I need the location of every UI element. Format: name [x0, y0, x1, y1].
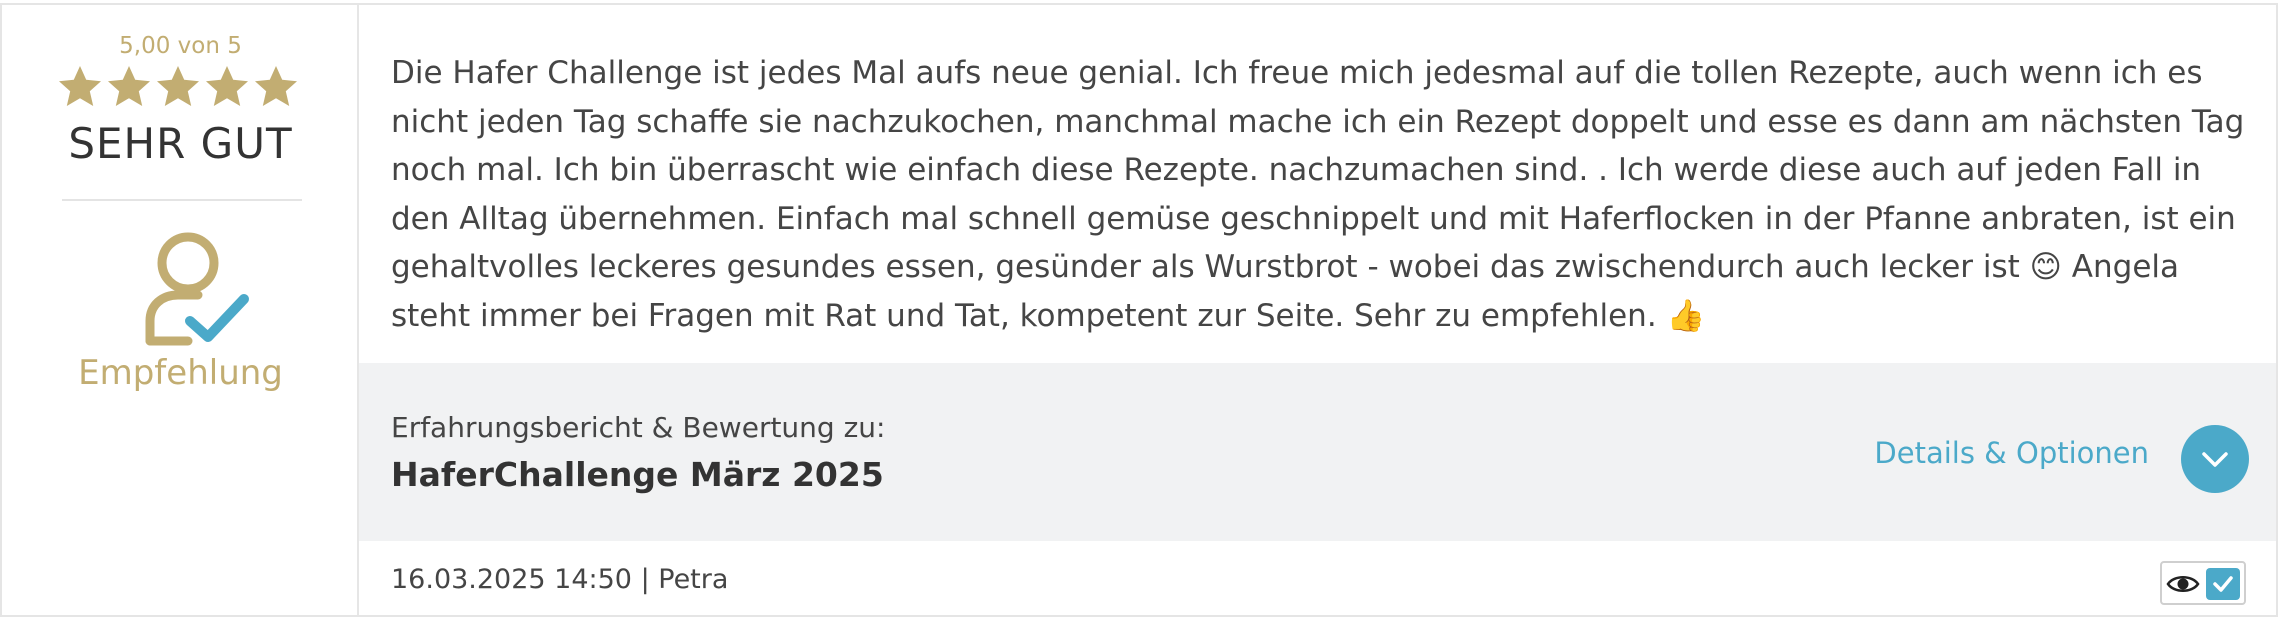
rating-sidebar: 5,00 von 5 SEHR GUT Empfehlung	[2, 5, 359, 615]
details-toggle-button[interactable]	[2181, 425, 2249, 493]
checkmark-icon	[2213, 576, 2233, 592]
review-card: 5,00 von 5 SEHR GUT Empfehlung Die Hafer…	[0, 3, 2278, 617]
star-icon	[252, 63, 300, 111]
verified-check-button[interactable]	[2206, 568, 2240, 600]
recommendation-label: Empfehlung	[78, 353, 283, 393]
rating-score-text: 5,00 von 5	[119, 33, 242, 59]
rating-verdict: SEHR GUT	[68, 119, 293, 168]
review-meta: 16.03.2025 14:50 | Petra	[391, 564, 729, 595]
details-options-link[interactable]: Details & Optionen	[1874, 436, 2149, 470]
review-text: Die Hafer Challenge ist jedes Mal aufs n…	[391, 55, 2245, 334]
review-subject-panel: Erfahrungsbericht & Bewertung zu: HaferC…	[359, 363, 2276, 541]
review-subject-prefix: Erfahrungsbericht & Bewertung zu:	[391, 411, 886, 444]
user-check-icon	[144, 225, 252, 349]
review-subject-title: HaferChallenge März 2025	[391, 455, 884, 494]
divider	[62, 199, 302, 201]
star-icon	[203, 63, 251, 111]
star-icon	[105, 63, 153, 111]
star-icon	[154, 63, 202, 111]
chevron-down-icon	[2202, 452, 2228, 467]
review-actions	[2160, 561, 2246, 605]
star-rating	[56, 63, 306, 113]
eye-icon[interactable]	[2166, 569, 2200, 599]
star-icon	[56, 63, 104, 111]
